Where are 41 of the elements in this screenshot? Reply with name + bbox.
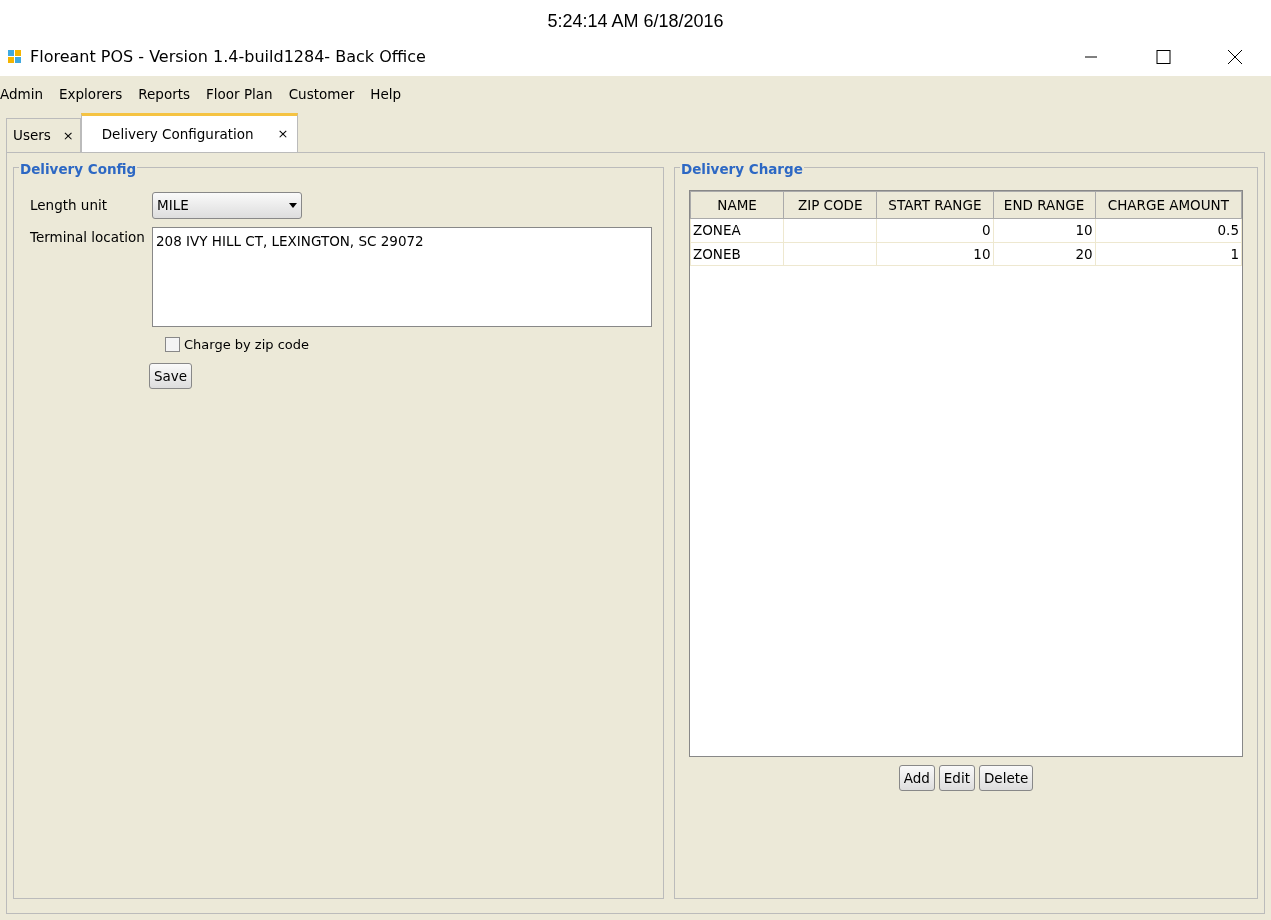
table-cell: ZONEA bbox=[690, 218, 784, 242]
column-header[interactable]: ZIP CODE bbox=[783, 191, 877, 219]
length-unit-dropdown[interactable]: MILE bbox=[152, 192, 302, 219]
menu-item[interactable]: Customer bbox=[288, 83, 363, 105]
column-header[interactable]: CHARGE AMOUNT bbox=[1095, 191, 1242, 219]
action-button[interactable]: Delete bbox=[978, 765, 1034, 792]
menu-item[interactable]: Admin bbox=[0, 83, 52, 105]
field-label: Length unit bbox=[30, 196, 108, 216]
save-button[interactable]: Save bbox=[149, 362, 193, 389]
table-cell: 10 bbox=[876, 242, 993, 266]
menu-item[interactable]: Floor Plan bbox=[206, 83, 281, 105]
tab-close-button[interactable]: × bbox=[277, 124, 289, 144]
table-cell: 10 bbox=[993, 218, 1096, 242]
action-button[interactable]: Add bbox=[898, 765, 935, 792]
table-cell: 20 bbox=[993, 242, 1096, 266]
column-header[interactable]: END RANGE bbox=[993, 191, 1096, 219]
menu-item[interactable]: Explorers bbox=[59, 83, 131, 105]
tab-label[interactable]: Delivery Configuration bbox=[101, 123, 254, 145]
maximize-icon[interactable] bbox=[1155, 49, 1171, 65]
clock-text: 5:24:14 AM 6/18/2016 bbox=[547, 11, 724, 31]
close-icon[interactable] bbox=[1227, 49, 1243, 65]
menu-item[interactable]: Help bbox=[370, 83, 410, 105]
table-cell: 1 bbox=[1095, 242, 1242, 266]
tab[interactable]: Delivery Configuration × bbox=[80, 113, 298, 152]
column-header[interactable]: NAME bbox=[690, 191, 784, 219]
column-header[interactable]: START RANGE bbox=[876, 191, 993, 219]
menu-item[interactable]: Reports bbox=[138, 83, 199, 105]
tab-close-button[interactable]: × bbox=[62, 125, 74, 146]
field-label: Terminal location bbox=[30, 228, 146, 247]
app-logo-icon bbox=[8, 50, 22, 64]
tab-label[interactable]: Users bbox=[13, 125, 51, 146]
tab[interactable]: Users × bbox=[6, 118, 81, 152]
window-title: Floreant POS - Version 1.4-build1284- Back Office bbox=[30, 46, 426, 68]
action-button[interactable]: Edit bbox=[938, 765, 975, 792]
table-cell: ZONEB bbox=[690, 242, 784, 266]
caret-icon[interactable] bbox=[289, 203, 297, 208]
checkbox-label: Charge by zip code bbox=[184, 336, 310, 354]
terminal-location-field[interactable]: 208 IVY HILL CT, LEXINGTON, SC 29072 bbox=[152, 227, 652, 327]
table-cell: 0.5 bbox=[1095, 218, 1242, 242]
table-cell: 0 bbox=[876, 218, 993, 242]
checkbox[interactable] bbox=[165, 337, 180, 353]
